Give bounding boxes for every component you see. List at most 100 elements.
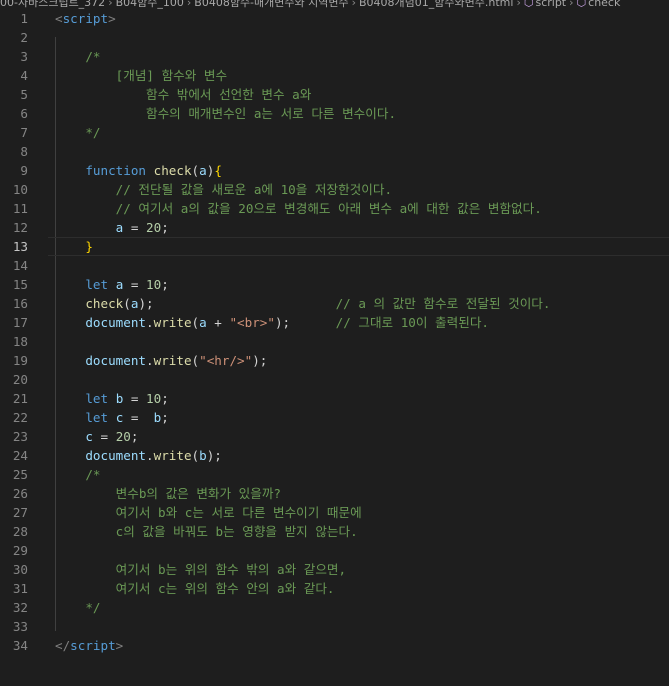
code-line[interactable]: 24 document.write(b); xyxy=(0,446,669,465)
code-line[interactable]: 11 // 여기서 a의 값을 20으로 변경해도 아래 변수 a에 대한 값은… xyxy=(0,199,669,218)
line-number: 20 xyxy=(12,372,28,387)
code-token: ( xyxy=(191,315,200,330)
code-line[interactable]: 4 [개념] 함수와 변수 xyxy=(0,66,669,85)
code-line[interactable]: 31 여기서 c는 위의 함수 안의 a와 같다. xyxy=(0,579,669,598)
code-token: 20 xyxy=(115,429,131,444)
breadcrumb-item[interactable]: 00-자바스크립트_372 xyxy=(0,0,105,9)
line-number: 5 xyxy=(20,87,28,102)
code-text: */ xyxy=(55,598,100,617)
code-line[interactable]: 19 document.write("<hr/>"); xyxy=(0,351,669,370)
code-line[interactable]: 6 함수의 매개변수인 a는 서로 다른 변수이다. xyxy=(0,104,669,123)
code-token: 변수b의 값은 변화가 있을까? xyxy=(55,486,282,501)
breadcrumb-item[interactable]: check xyxy=(588,0,620,9)
code-text: </script> xyxy=(55,636,123,655)
symbol-icon: ⬡ xyxy=(576,0,587,9)
code-line[interactable]: 12 a = 20; xyxy=(0,218,669,237)
line-number: 32 xyxy=(12,600,28,615)
code-line[interactable]: 30 여기서 b는 위의 함수 밖의 a와 같으면, xyxy=(0,560,669,579)
code-token: 여기서 b와 c는 서로 다른 변수이기 때문에 xyxy=(55,505,362,520)
line-number: 29 xyxy=(12,543,28,558)
code-text: document.write(a + "<br>"); // 그대로 10이 출… xyxy=(55,313,489,332)
line-number: 3 xyxy=(20,49,28,64)
code-line[interactable]: 7 */ xyxy=(0,123,669,142)
breadcrumb-item[interactable]: B0408개념01_함수와변수.html xyxy=(359,0,513,9)
code-text: check(a); // a 의 값만 함수로 전달된 것이다. xyxy=(55,294,550,313)
chevron-right-icon: › xyxy=(108,0,113,9)
code-token: ; xyxy=(161,220,169,235)
code-token: > xyxy=(115,638,124,653)
code-token: </ xyxy=(55,638,71,653)
line-number: 9 xyxy=(20,163,28,178)
code-line[interactable]: 21 let b = 10; xyxy=(0,389,669,408)
code-line[interactable]: 29 xyxy=(0,541,669,560)
code-line[interactable]: 2 xyxy=(0,28,669,47)
line-number: 34 xyxy=(12,638,28,653)
line-number: 2 xyxy=(20,30,28,45)
code-token: 여기서 c는 위의 함수 안의 a와 같다. xyxy=(55,581,335,596)
line-number: 17 xyxy=(12,315,28,330)
code-line[interactable]: 27 여기서 b와 c는 서로 다른 변수이기 때문에 xyxy=(0,503,669,522)
code-token: 20 xyxy=(146,220,162,235)
code-line[interactable]: 23 c = 20; xyxy=(0,427,669,446)
code-line[interactable]: 22 let c = b; xyxy=(0,408,669,427)
code-text: /* xyxy=(55,47,100,66)
code-token: ); xyxy=(274,315,336,330)
line-number: 12 xyxy=(12,220,28,235)
chevron-right-icon: › xyxy=(569,0,574,9)
code-line[interactable]: 32 */ xyxy=(0,598,669,617)
line-number: 18 xyxy=(12,334,28,349)
line-number: 31 xyxy=(12,581,28,596)
code-line[interactable]: 26 변수b의 값은 변화가 있을까? xyxy=(0,484,669,503)
code-line[interactable]: 10 // 전단될 값을 새로운 a에 10을 저장한것이다. xyxy=(0,180,669,199)
code-line[interactable]: 13 } xyxy=(0,237,669,256)
code-line[interactable]: 1 <script> xyxy=(0,9,669,28)
code-line[interactable]: 34 </script> xyxy=(0,636,669,655)
code-line[interactable]: 16 check(a); // a 의 값만 함수로 전달된 것이다. xyxy=(0,294,669,313)
code-line[interactable]: 25 /* xyxy=(0,465,669,484)
code-line[interactable]: 18 xyxy=(0,332,669,351)
code-line[interactable]: 9 function check(a){ xyxy=(0,161,669,180)
code-token: [개념] 함수와 변수 xyxy=(55,68,228,83)
code-token: ; xyxy=(161,391,169,406)
code-line[interactable]: 15 let a = 10; xyxy=(0,275,669,294)
code-token: let xyxy=(85,410,109,425)
code-text: 함수의 매개변수인 a는 서로 다른 변수이다. xyxy=(55,104,396,123)
breadcrumb-item[interactable]: script xyxy=(535,0,566,9)
code-line[interactable]: 17 document.write(a + "<br>"); // 그대로 10… xyxy=(0,313,669,332)
code-token: ); xyxy=(252,353,268,368)
code-token: write xyxy=(153,448,192,463)
code-text: 변수b의 값은 변화가 있을까? xyxy=(55,484,281,503)
code-text: c의 값을 바꿔도 b는 영향을 받지 않는다. xyxy=(55,522,358,541)
code-line[interactable]: 8 xyxy=(0,142,669,161)
chevron-right-icon: › xyxy=(351,0,357,9)
code-token: script xyxy=(62,11,109,26)
code-line[interactable]: 28 c의 값을 바꿔도 b는 영향을 받지 않는다. xyxy=(0,522,669,541)
code-line[interactable]: 5 함수 밖에서 선언한 변수 a와 xyxy=(0,85,669,104)
line-number: 10 xyxy=(12,182,28,197)
code-text: let c = b; xyxy=(55,408,168,427)
breadcrumb-item[interactable]: B0408함수-매개변수와 지역변수 xyxy=(194,0,348,9)
line-number: 1 xyxy=(20,11,28,26)
code-editor[interactable]: 1 <script> 2 3 /* 4 [개념] 함수와 변수 5 함수 밖에서 선언한 … xyxy=(0,9,669,686)
code-token: > xyxy=(108,11,116,26)
code-token: . xyxy=(146,353,154,368)
breadcrumb-item[interactable]: B04함수_100 xyxy=(116,0,184,9)
line-number: 7 xyxy=(20,125,28,140)
code-token: 10 xyxy=(146,277,162,292)
code-line[interactable]: 14 xyxy=(0,256,669,275)
code-text: [개념] 함수와 변수 xyxy=(55,66,227,85)
code-line[interactable]: 33 xyxy=(0,617,669,636)
code-token: + xyxy=(206,315,230,330)
line-number: 15 xyxy=(12,277,28,292)
code-line[interactable]: 3 /* xyxy=(0,47,669,66)
code-token: < xyxy=(55,11,63,26)
code-token: 여기서 b는 위의 함수 밖의 a와 같으면, xyxy=(55,562,347,577)
code-token: ; xyxy=(130,429,139,444)
code-line[interactable]: 20 xyxy=(0,370,669,389)
code-token: ; xyxy=(161,277,169,292)
